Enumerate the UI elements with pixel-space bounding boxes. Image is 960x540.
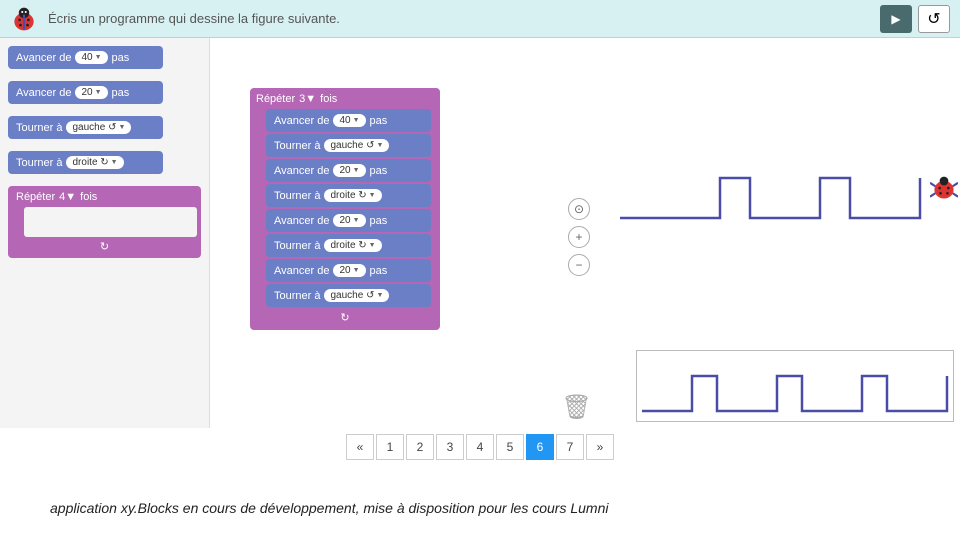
dropdown-arrow-icon: ▼ [376, 142, 383, 149]
workspace-step-7[interactable]: Tourner à gauche ↺▼ [266, 284, 431, 307]
palette-repeat[interactable]: Répéter 4▼ fois ↻ [8, 186, 201, 258]
play-button[interactable]: ▶ [880, 5, 912, 33]
palette-turn-right[interactable]: Tourner à droite ↻▼ [8, 151, 163, 174]
workspace-repeat-body[interactable]: Avancer de 40▼ pasTourner à gauche ↺▼Ava… [266, 109, 434, 307]
workspace-step-5[interactable]: Tourner à droite ↻▼ [266, 234, 431, 257]
zoom-out-button[interactable]: − [568, 254, 590, 276]
ladybug-sprite [930, 174, 958, 202]
dropdown-arrow-icon: ▼ [353, 117, 360, 124]
page-next[interactable]: » [586, 434, 614, 460]
dropdown-arrow-icon: ▼ [111, 159, 118, 166]
block-palette: Avancer de 40▼ pas Avancer de 20▼ pas To… [0, 38, 210, 428]
page-2[interactable]: 2 [406, 434, 434, 460]
page-prev[interactable]: « [346, 434, 374, 460]
dropdown-arrow-icon: ▼ [369, 242, 376, 249]
ladybug-icon [10, 5, 38, 33]
dropdown-arrow-icon: ▼ [118, 124, 125, 131]
workspace-step-6[interactable]: Avancer de 20▼ pas [266, 259, 431, 282]
output-canvas [600, 38, 960, 428]
play-icon: ▶ [891, 12, 900, 26]
caption-text: application xy.Blocks en cours de dévelo… [50, 500, 608, 516]
dropdown-arrow-icon: ▼ [376, 292, 383, 299]
workspace-step-3[interactable]: Tourner à droite ↻▼ [266, 184, 431, 207]
drawn-path [620, 68, 940, 248]
dropdown-arrow-icon: ▼ [353, 217, 360, 224]
reset-button[interactable]: ↺ [918, 5, 950, 33]
reset-icon: ↺ [927, 9, 940, 29]
dropdown-arrow-icon: ▼ [95, 54, 102, 61]
workspace-step-1[interactable]: Tourner à gauche ↺▼ [266, 134, 431, 157]
workspace-step-4[interactable]: Avancer de 20▼ pas [266, 209, 431, 232]
trash-icon[interactable]: 🗑 [562, 393, 592, 422]
palette-move-20[interactable]: Avancer de 20▼ pas [8, 81, 163, 104]
palette-turn-left[interactable]: Tourner à gauche ↺▼ [8, 116, 163, 139]
dropdown-arrow-icon: ▼ [95, 89, 102, 96]
page-3[interactable]: 3 [436, 434, 464, 460]
page-4[interactable]: 4 [466, 434, 494, 460]
dropdown-arrow-icon: ▼ [65, 191, 76, 203]
workspace-repeat-block[interactable]: Répéter 3▼ fois Avancer de 40▼ pasTourne… [250, 88, 440, 330]
page-6[interactable]: 6 [526, 434, 554, 460]
dropdown-arrow-icon: ▼ [353, 167, 360, 174]
page-1[interactable]: 1 [376, 434, 404, 460]
dropdown-arrow-icon: ▼ [305, 93, 316, 105]
page-7[interactable]: 7 [556, 434, 584, 460]
loop-icon: ↻ [340, 311, 349, 324]
workspace-step-2[interactable]: Avancer de 20▼ pas [266, 159, 431, 182]
pagination: « 1234567 » [0, 434, 960, 460]
dropdown-arrow-icon: ▼ [353, 267, 360, 274]
header-bar: Écris un programme qui dessine la figure… [0, 0, 960, 38]
palette-move-40[interactable]: Avancer de 40▼ pas [8, 46, 163, 69]
instruction-text: Écris un programme qui dessine la figure… [48, 11, 874, 26]
zoom-in-button[interactable]: + [568, 226, 590, 248]
main-area: Avancer de 40▼ pas Avancer de 20▼ pas To… [0, 38, 960, 428]
center-button[interactable]: ⊙ [568, 198, 590, 220]
page-5[interactable]: 5 [496, 434, 524, 460]
workspace[interactable]: Répéter 3▼ fois Avancer de 40▼ pasTourne… [210, 38, 600, 428]
workspace-step-0[interactable]: Avancer de 40▼ pas [266, 109, 431, 132]
loop-icon: ↻ [100, 240, 109, 253]
workspace-controls: ⊙ + − [568, 198, 590, 276]
target-figure [636, 350, 954, 422]
repeat-slot[interactable] [24, 207, 197, 237]
dropdown-arrow-icon: ▼ [369, 192, 376, 199]
